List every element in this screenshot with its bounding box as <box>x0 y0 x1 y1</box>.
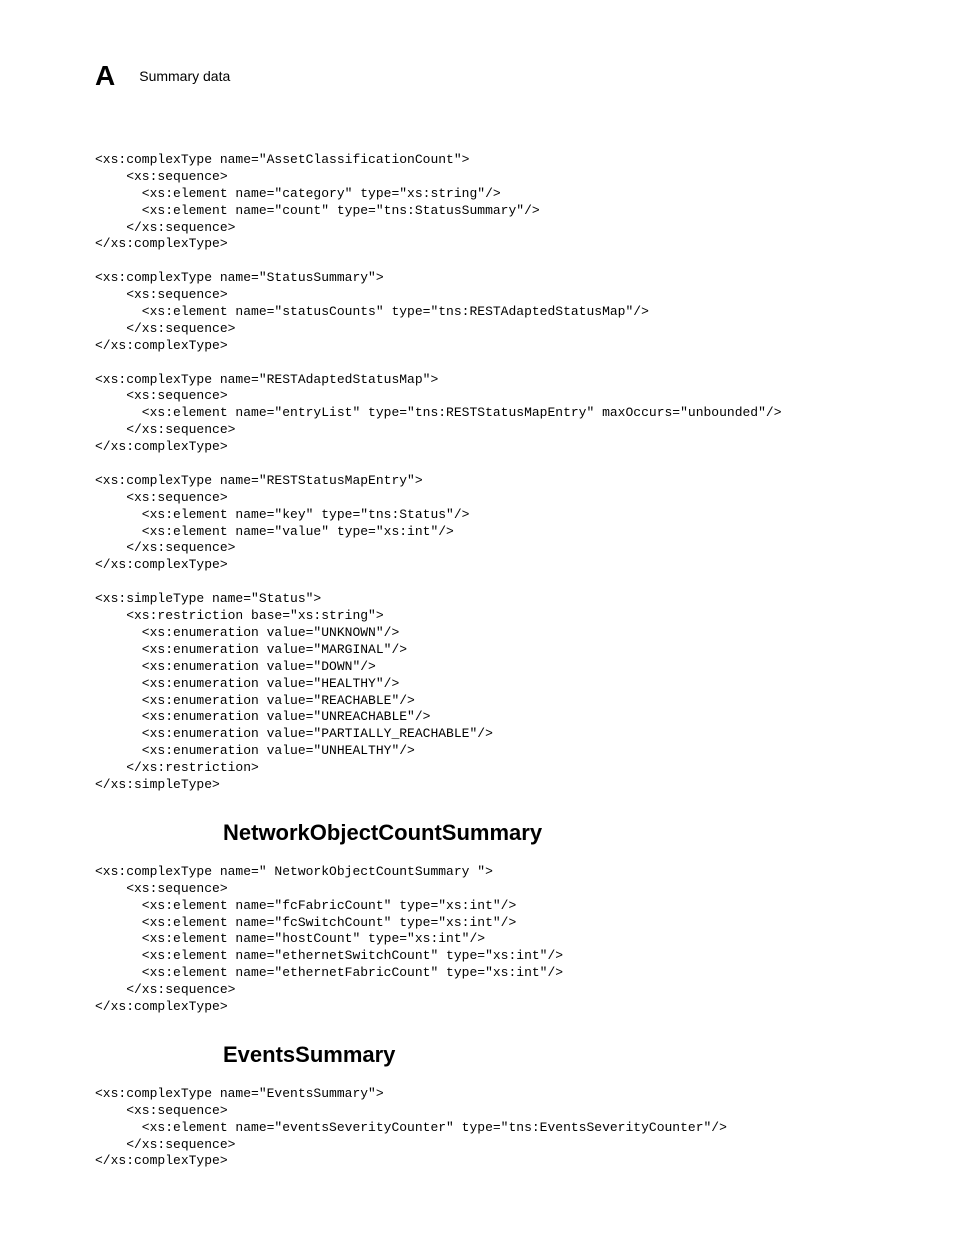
appendix-letter: A <box>95 60 115 92</box>
code-block-events-summary: <xs:complexType name="EventsSummary"> <x… <box>95 1086 859 1170</box>
header-title: Summary data <box>139 68 230 84</box>
code-block-asset-status: <xs:complexType name="AssetClassificatio… <box>95 152 859 794</box>
page-content: A Summary data <xs:complexType name="Ass… <box>0 0 954 1236</box>
heading-network-object-count-summary: NetworkObjectCountSummary <box>223 820 859 846</box>
code-block-network-object-count-summary: <xs:complexType name=" NetworkObjectCoun… <box>95 864 859 1016</box>
heading-events-summary: EventsSummary <box>223 1042 859 1068</box>
page-header: A Summary data <box>95 60 859 92</box>
